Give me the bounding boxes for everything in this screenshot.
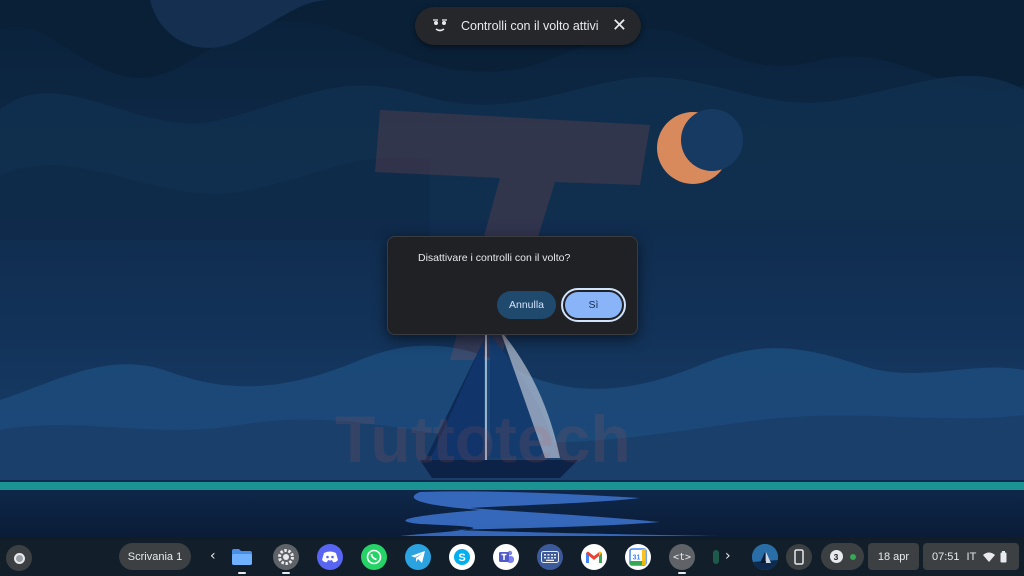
chevron-right-icon[interactable]: › — [725, 548, 731, 564]
dialog-title: Disattivare i controlli con il volto? — [418, 252, 571, 264]
launcher-icon — [13, 552, 25, 564]
teams-app[interactable] — [493, 544, 519, 570]
settings-app[interactable] — [273, 544, 299, 570]
input-language: IT — [966, 550, 977, 563]
face-control-notification: Controlli con il volto attivi ✕ — [415, 7, 641, 45]
keyboard-app[interactable] — [537, 544, 563, 570]
notification-tray[interactable]: 3 — [821, 543, 864, 570]
discord-icon — [322, 551, 338, 563]
folder-icon — [232, 549, 252, 565]
skype-app[interactable]: S — [449, 544, 475, 570]
telegram-icon — [411, 551, 425, 563]
desk-button[interactable]: Scrivania 1 — [119, 543, 191, 570]
status-dot — [849, 553, 856, 560]
notification-count-badge: 3 — [829, 550, 843, 563]
clock: 07:51 — [932, 550, 960, 563]
cancel-button[interactable]: Annulla — [497, 291, 556, 319]
svg-text:S: S — [458, 552, 465, 564]
terminal-icon: <t> — [672, 551, 692, 563]
chevron-left-icon[interactable]: ‹ — [210, 548, 216, 564]
notification-text: Controlli con il volto attivi — [461, 19, 599, 33]
keyboard-icon — [541, 551, 559, 563]
telegram-app[interactable] — [405, 544, 431, 570]
running-indicator — [678, 572, 686, 574]
face-control-icon — [431, 18, 449, 34]
gmail-icon — [586, 551, 602, 563]
date-button[interactable]: 18 apr — [868, 543, 919, 570]
avatar-icon — [752, 544, 778, 570]
phone-hub-button[interactable] — [786, 544, 812, 570]
skype-icon: S — [454, 549, 470, 565]
terminal-app[interactable]: <t> — [669, 544, 695, 570]
svg-text:31: 31 — [633, 555, 641, 562]
gmail-app[interactable] — [581, 544, 607, 570]
running-indicator — [238, 572, 246, 574]
running-indicator — [282, 572, 290, 574]
battery-icon — [1000, 550, 1007, 563]
disable-face-control-dialog: Disattivare i controlli con il volto? An… — [387, 236, 638, 335]
calendar-icon: 31 — [629, 548, 647, 566]
status-area[interactable]: 07:51 IT — [923, 543, 1019, 570]
wifi-icon — [983, 552, 996, 562]
discord-app[interactable] — [317, 544, 343, 570]
avatar[interactable] — [752, 544, 778, 570]
phone-hub-icon — [794, 549, 804, 565]
whatsapp-icon — [366, 549, 382, 565]
launcher-button[interactable] — [6, 545, 32, 571]
close-icon[interactable]: ✕ — [612, 17, 627, 35]
teams-icon — [499, 550, 514, 563]
gear-icon — [278, 549, 294, 565]
files-app[interactable] — [229, 544, 255, 570]
svg-text:Tuttotech: Tuttotech — [335, 402, 631, 476]
confirm-button-label: Sì — [565, 292, 622, 318]
overflow-app-edge[interactable] — [713, 550, 719, 564]
calendar-app[interactable]: 31 — [625, 544, 651, 570]
confirm-button[interactable]: Sì — [561, 288, 626, 322]
whatsapp-app[interactable] — [361, 544, 387, 570]
